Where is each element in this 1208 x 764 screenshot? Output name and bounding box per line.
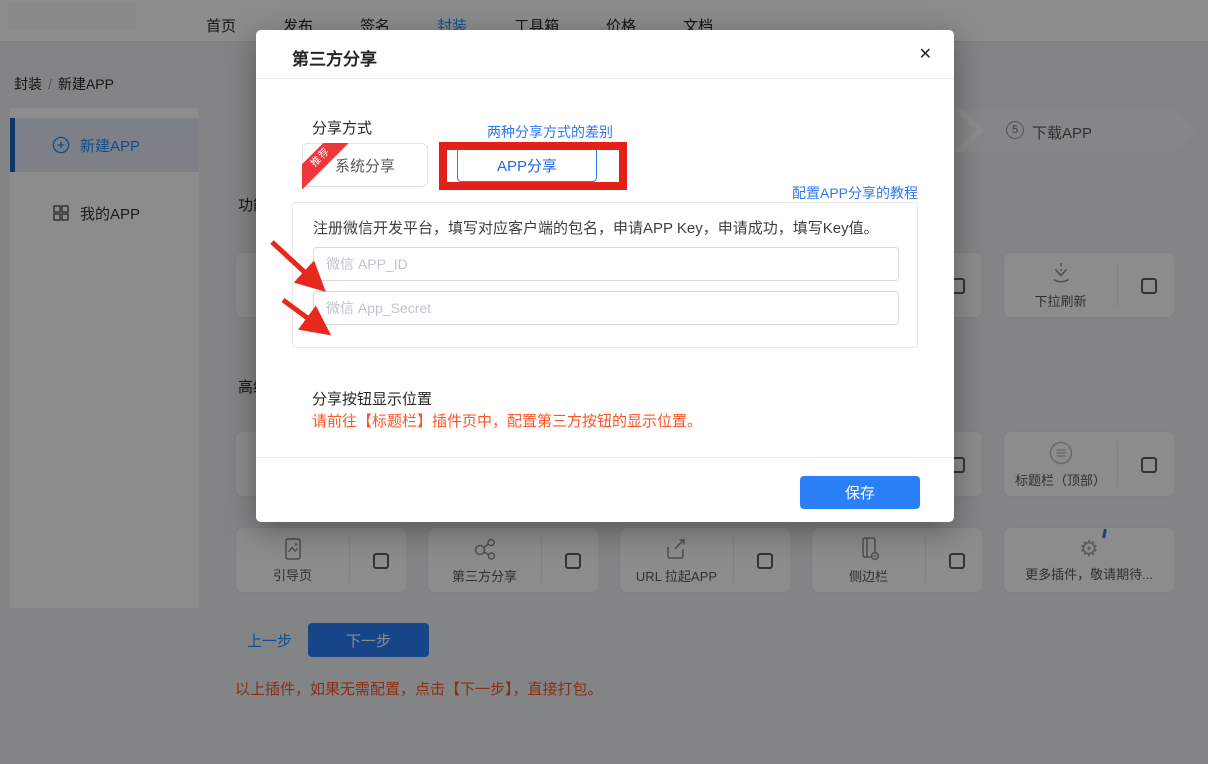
- share-button-position-label: 分享按钮显示位置: [312, 388, 432, 409]
- recommend-ribbon-label: 推荐: [302, 143, 348, 189]
- share-mode-label: 分享方式: [312, 117, 372, 138]
- app-share-tutorial-link[interactable]: 配置APP分享的教程: [792, 183, 918, 203]
- close-icon[interactable]: ✕: [919, 44, 932, 64]
- share-mode-diff-link[interactable]: 两种分享方式的差别: [487, 122, 613, 142]
- recommend-ribbon: 推荐: [302, 143, 348, 189]
- share-button-position-note: 请前往【标题栏】插件页中，配置第三方按钮的显示位置。: [312, 410, 702, 431]
- wechat-appid-input[interactable]: [313, 247, 899, 281]
- tab-system-share[interactable]: 推荐 系统分享: [302, 143, 428, 187]
- app-screen: 首页 发布 签名 封装 工具箱 价格 文档 封装/新建APP 新建APP: [0, 0, 1208, 764]
- wechat-config-panel: 注册微信开发平台，填写对应客户端的包名，申请APP Key，申请成功，填写Key…: [292, 202, 918, 348]
- tab-app-share[interactable]: APP分享: [457, 148, 597, 182]
- modal-title: 第三方分享: [292, 45, 377, 70]
- save-button[interactable]: 保存: [800, 476, 920, 509]
- third-party-share-modal: 第三方分享 ✕ 分享方式 两种分享方式的差别 推荐 系统分享 APP分享 配置A…: [256, 30, 954, 522]
- wechat-config-instructions: 注册微信开发平台，填写对应客户端的包名，申请APP Key，申请成功，填写Key…: [313, 217, 879, 238]
- modal-footer-divider: [256, 457, 954, 458]
- wechat-appsecret-input[interactable]: [313, 291, 899, 325]
- modal-header: 第三方分享 ✕: [256, 30, 954, 79]
